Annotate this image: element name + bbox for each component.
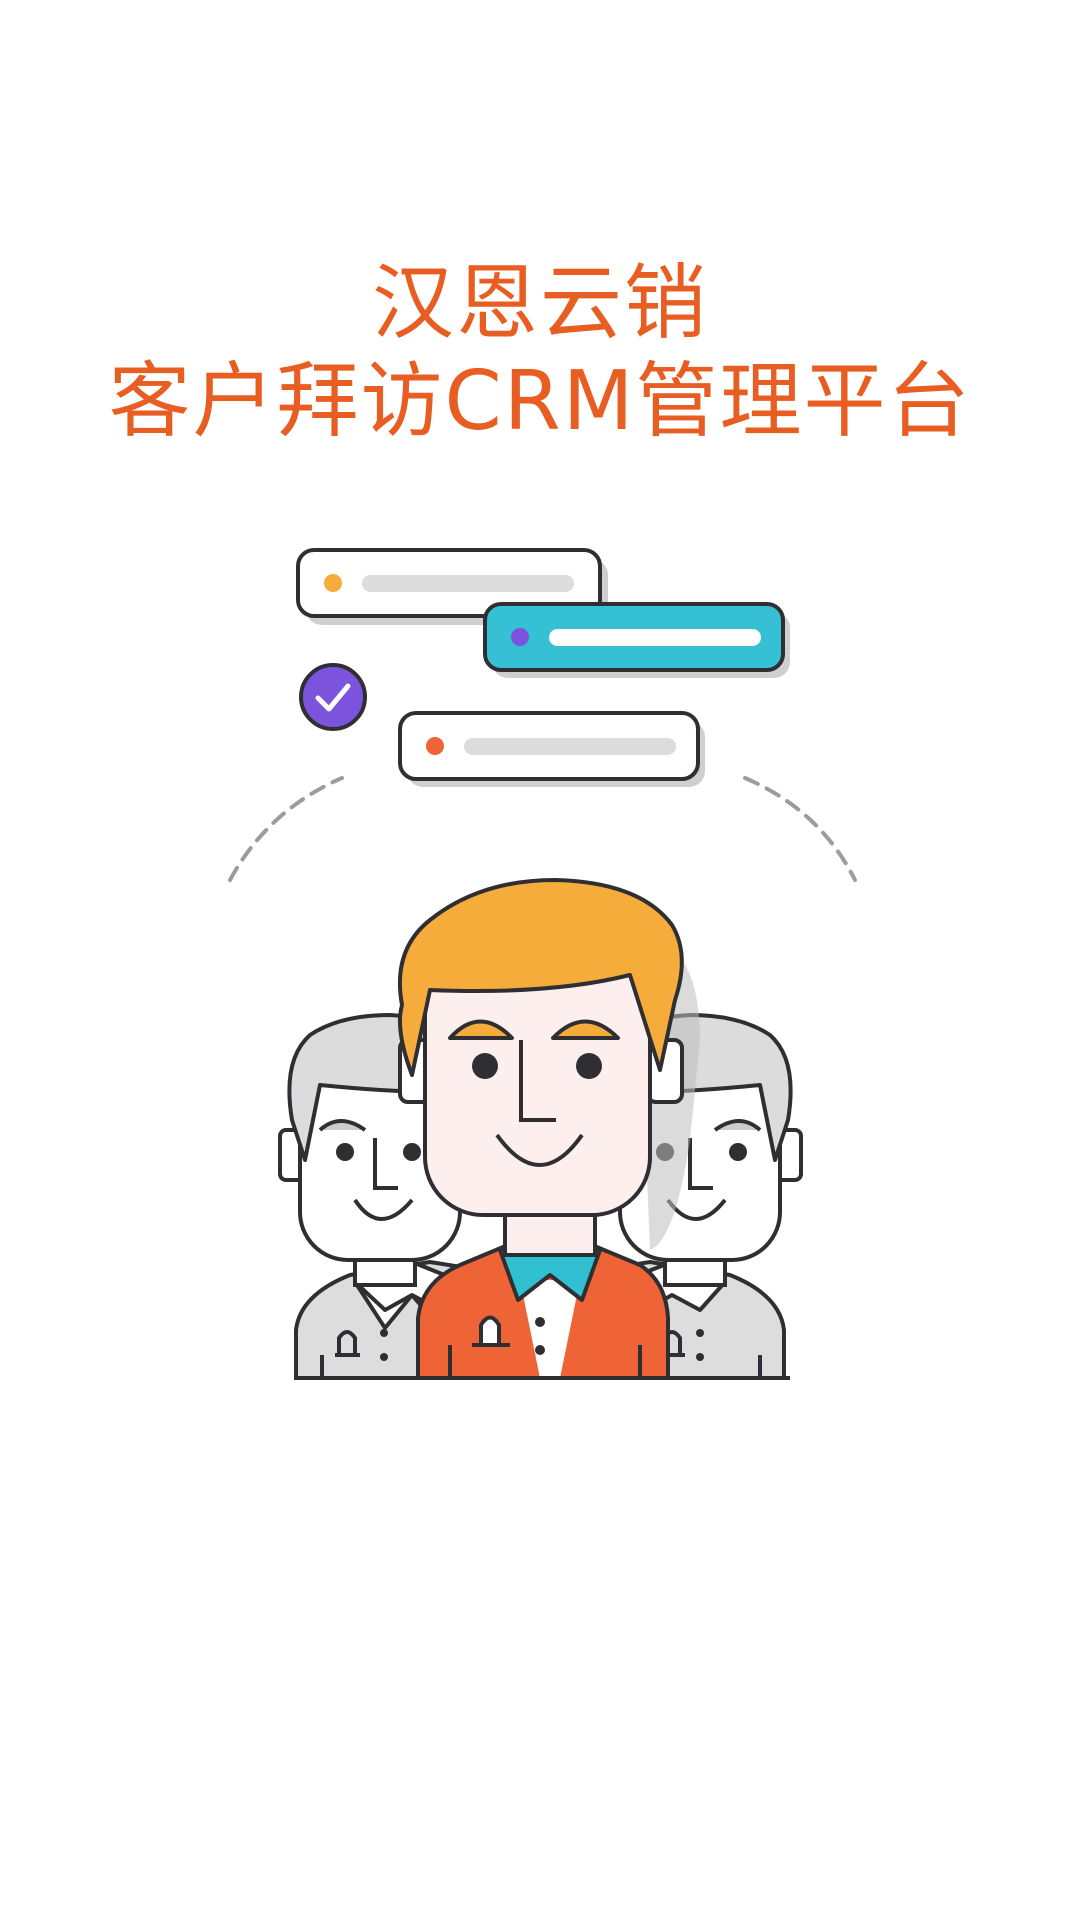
team-illustration (228, 548, 857, 1380)
task-card-icon (398, 711, 705, 787)
task-card-icon (483, 602, 790, 678)
check-circle-icon (299, 663, 367, 731)
dashed-arc-left (228, 776, 344, 882)
dashed-arc-right (743, 776, 857, 882)
splash-screen: 汉恩云销 客户拜访CRM管理平台 (0, 0, 1080, 1920)
team-people-icon (397, 878, 700, 1380)
